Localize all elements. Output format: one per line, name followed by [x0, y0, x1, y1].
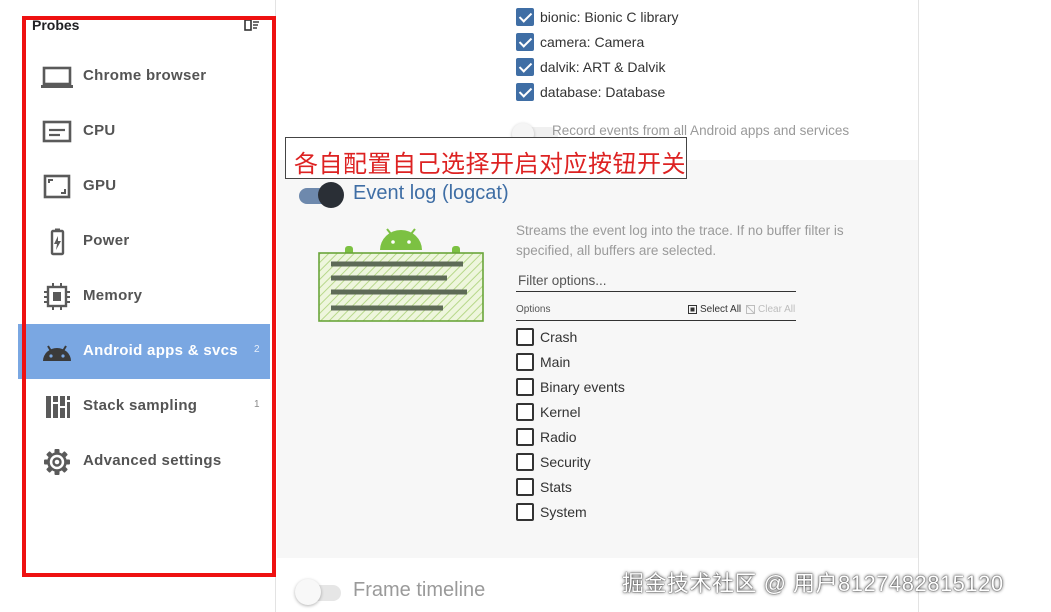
- select-all-button[interactable]: Select All: [688, 304, 741, 315]
- checkbox-label: Stats: [540, 479, 572, 495]
- buffer-main[interactable]: Main: [516, 352, 570, 372]
- clear-all-icon: [746, 305, 755, 314]
- checkbox-label: camera: Camera: [540, 34, 645, 50]
- sidebar-item-count: 1: [254, 399, 260, 410]
- checkbox-label: Kernel: [540, 404, 581, 420]
- sidebar-item-label: CPU: [83, 122, 116, 139]
- checkbox-label: Security: [540, 454, 591, 470]
- buffer-stats[interactable]: Stats: [516, 477, 572, 497]
- cpu-icon: [40, 117, 74, 147]
- probes-sidebar: Probes Chrome browser CPU GPU Power Memo…: [18, 0, 276, 612]
- clear-all-button[interactable]: Clear All: [746, 304, 795, 315]
- checkbox-unchecked[interactable]: [516, 378, 534, 396]
- options-header: Options Select All Clear All: [516, 302, 796, 321]
- checkbox-label: dalvik: ART & Dalvik: [540, 59, 666, 75]
- checkbox-unchecked[interactable]: [516, 428, 534, 446]
- toggle-knob: [295, 579, 321, 605]
- sidebar-item-memory[interactable]: Memory: [18, 269, 270, 324]
- category-database[interactable]: database: Database: [516, 82, 665, 102]
- checkbox-checked[interactable]: [516, 83, 534, 101]
- checkbox-checked[interactable]: [516, 33, 534, 51]
- callout-text: 各自配置自己选择开启对应按钮开关: [294, 151, 686, 178]
- checkbox-checked[interactable]: [516, 58, 534, 76]
- frame-timeline-toggle[interactable]: [295, 579, 343, 605]
- checkbox-unchecked[interactable]: [516, 328, 534, 346]
- checkbox-unchecked[interactable]: [516, 478, 534, 496]
- checkbox-unchecked[interactable]: [516, 453, 534, 471]
- buffer-security[interactable]: Security: [516, 452, 591, 472]
- sidebar-item-chrome-browser[interactable]: Chrome browser: [18, 49, 270, 104]
- sidebar-item-label: Memory: [83, 287, 143, 304]
- sidebar-item-label: Android apps & svcs: [83, 342, 238, 359]
- checkbox-label: System: [540, 504, 587, 520]
- gpu-icon: [40, 172, 74, 202]
- frame-timeline-title: Frame timeline: [353, 579, 486, 601]
- buffer-binary-events[interactable]: Binary events: [516, 377, 625, 397]
- sidebar-item-android-apps[interactable]: Android apps & svcs 2: [18, 324, 270, 379]
- checkbox-label: database: Database: [540, 84, 666, 100]
- checkbox-label: Binary events: [540, 379, 625, 395]
- logcat-illustration: [317, 222, 487, 324]
- options-label: Options: [516, 304, 551, 315]
- event-log-toggle[interactable]: [299, 182, 345, 208]
- event-log-section: [277, 160, 918, 558]
- sidebar-item-label: Power: [83, 232, 130, 249]
- battery-icon: [40, 227, 74, 257]
- buffer-crash[interactable]: Crash: [516, 327, 577, 347]
- stack-sampling-icon: [40, 392, 74, 422]
- checkbox-checked[interactable]: [516, 8, 534, 26]
- sidebar-item-label: GPU: [83, 177, 117, 194]
- buffer-system[interactable]: System: [516, 502, 587, 522]
- watermark: 掘金技术社区 @ 用户8127482815120: [622, 571, 1004, 596]
- event-log-title: Event log (logcat): [353, 182, 509, 204]
- toggle-knob: [318, 182, 344, 208]
- category-camera[interactable]: camera: Camera: [516, 32, 644, 52]
- clear-all-label: Clear All: [758, 304, 796, 315]
- checkbox-label: Crash: [540, 329, 578, 345]
- sidebar-item-label: Advanced settings: [83, 452, 222, 469]
- record-all-apps-label: Record events from all Android apps and …: [552, 123, 850, 138]
- select-all-label: Select All: [700, 304, 742, 315]
- checkbox-label: bionic: Bionic C library: [540, 9, 679, 25]
- buffer-kernel[interactable]: Kernel: [516, 402, 580, 422]
- checkbox-label: Main: [540, 354, 571, 370]
- event-log-description: Streams the event log into the trace. If…: [516, 223, 844, 258]
- category-bionic[interactable]: bionic: Bionic C library: [516, 7, 679, 27]
- filter-options-input[interactable]: [516, 270, 796, 292]
- gear-icon: [40, 447, 74, 477]
- buffer-radio[interactable]: Radio: [516, 427, 577, 447]
- sidebar-item-advanced-settings[interactable]: Advanced settings: [18, 434, 270, 489]
- sidebar-item-gpu[interactable]: GPU: [18, 159, 270, 214]
- checkbox-unchecked[interactable]: [516, 353, 534, 371]
- memory-chip-icon: [40, 282, 74, 312]
- laptop-icon: [40, 62, 74, 92]
- checkbox-unchecked[interactable]: [516, 403, 534, 421]
- probe-settings-panel: bionic: Bionic C library camera: Camera …: [277, 0, 919, 612]
- sidebar-item-label: Chrome browser: [83, 67, 207, 84]
- checkbox-unchecked[interactable]: [516, 503, 534, 521]
- category-dalvik[interactable]: dalvik: ART & Dalvik: [516, 57, 666, 77]
- sidebar-item-label: Stack sampling: [83, 397, 198, 414]
- annotation-callout: 各自配置自己选择开启对应按钮开关: [285, 137, 687, 179]
- sidebar-item-power[interactable]: Power: [18, 214, 270, 269]
- sidebar-item-count: 2: [254, 344, 260, 355]
- collapse-sidebar-icon[interactable]: [244, 18, 260, 32]
- select-all-icon: [688, 305, 697, 314]
- sidebar-item-stack-sampling[interactable]: Stack sampling 1: [18, 379, 270, 434]
- checkbox-label: Radio: [540, 429, 577, 445]
- sidebar-title: Probes: [32, 17, 80, 33]
- android-icon: [40, 337, 74, 367]
- sidebar-item-cpu[interactable]: CPU: [18, 104, 270, 159]
